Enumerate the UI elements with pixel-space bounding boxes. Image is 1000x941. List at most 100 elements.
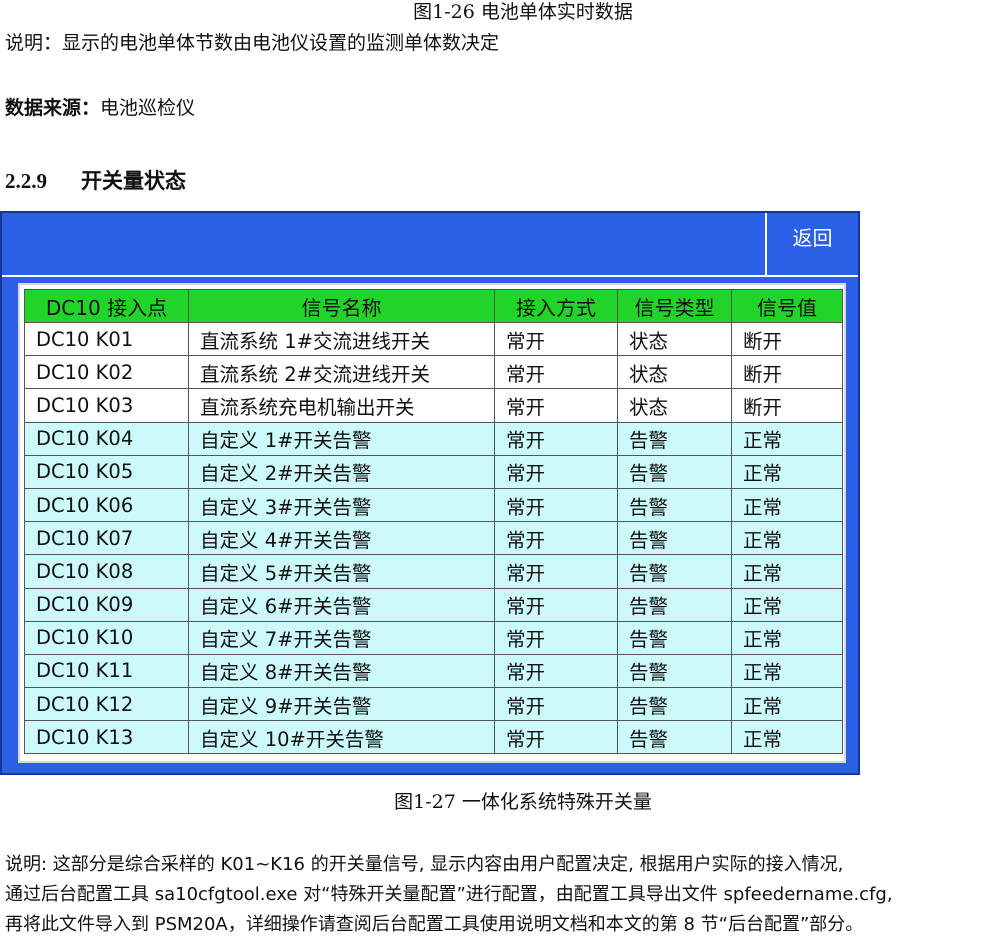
column-header-signal-name[interactable]: 信号名称 xyxy=(188,289,495,323)
cell-signal-value: 正常 xyxy=(731,454,843,489)
cell-signal-type: 告警 xyxy=(617,421,732,456)
table-body: DC10 K01 直流系统 1#交流进线开关 常开 状态 断开 DC10 K02 直流系统 … xyxy=(24,321,843,755)
cell-signal-value: 正常 xyxy=(731,687,843,722)
table-row[interactable]: DC10 K12 自定义 9#开关告警 常开 告警 正常 xyxy=(24,687,843,722)
table-row[interactable]: DC10 K11 自定义 8#开关告警 常开 告警 正常 xyxy=(24,653,843,689)
switch-status-panel: 返回 DC10 接入点 信号名称 接入方式 信号类型 信号值 DC10 K01 直… xyxy=(0,211,860,775)
table-row[interactable]: DC10 K03 直流系统充电机输出开关 常开 状态 断开 xyxy=(24,388,843,423)
switch-table: DC10 接入点 信号名称 接入方式 信号类型 信号值 DC10 K01 直流系统… xyxy=(24,289,843,755)
section-heading: 2.2.9 开关量状态 xyxy=(5,167,186,195)
column-header-signal-value[interactable]: 信号值 xyxy=(731,289,843,323)
cell-signal-value: 断开 xyxy=(731,388,843,423)
section-number: 2.2.9 xyxy=(5,169,47,193)
cell-access-point: DC10 K13 xyxy=(24,720,189,755)
cell-access-point: DC10 K04 xyxy=(24,421,189,456)
cell-access-mode: 常开 xyxy=(494,720,618,755)
cell-signal-name: 直流系统 2#交流进线开关 xyxy=(188,355,495,390)
cell-signal-value: 断开 xyxy=(731,355,843,390)
table-row[interactable]: DC10 K05 自定义 2#开关告警 常开 告警 正常 xyxy=(24,454,843,489)
cell-access-point: DC10 K12 xyxy=(24,687,189,722)
cell-access-point: DC10 K08 xyxy=(24,554,189,589)
cell-access-mode: 常开 xyxy=(494,355,618,390)
section-title: 开关量状态 xyxy=(81,169,186,193)
cell-signal-name: 自定义 5#开关告警 xyxy=(188,554,495,589)
cell-access-mode: 常开 xyxy=(494,421,618,456)
cell-access-mode: 常开 xyxy=(494,687,618,722)
cell-signal-value: 正常 xyxy=(731,421,843,456)
table-row[interactable]: DC10 K08 自定义 5#开关告警 常开 告警 正常 xyxy=(24,554,843,589)
cell-signal-value: 正常 xyxy=(731,653,843,689)
cell-signal-name: 自定义 2#开关告警 xyxy=(188,454,495,489)
cell-access-point: DC10 K02 xyxy=(24,355,189,390)
cell-access-mode: 常开 xyxy=(494,321,618,357)
cell-signal-value: 正常 xyxy=(731,587,843,622)
table-header-row: DC10 接入点 信号名称 接入方式 信号类型 信号值 xyxy=(24,289,843,323)
cell-access-mode: 常开 xyxy=(494,653,618,689)
cell-signal-type: 状态 xyxy=(617,355,732,390)
note-top: 说明：显示的电池单体节数由电池仪设置的监测单体数决定 xyxy=(5,32,500,54)
cell-signal-name: 直流系统充电机输出开关 xyxy=(188,388,495,423)
cell-signal-value: 正常 xyxy=(731,554,843,589)
cell-signal-name: 自定义 9#开关告警 xyxy=(188,687,495,722)
cell-access-mode: 常开 xyxy=(494,388,618,423)
cell-access-mode: 常开 xyxy=(494,620,618,655)
back-button[interactable]: 返回 xyxy=(765,213,858,277)
cell-access-mode: 常开 xyxy=(494,587,618,622)
cell-signal-type: 告警 xyxy=(617,687,732,722)
table-row[interactable]: DC10 K10 自定义 7#开关告警 常开 告警 正常 xyxy=(24,620,843,655)
table-row[interactable]: DC10 K07 自定义 4#开关告警 常开 告警 正常 xyxy=(24,521,843,556)
panel-header: 返回 xyxy=(2,213,858,277)
cell-signal-name: 自定义 3#开关告警 xyxy=(188,487,495,523)
cell-signal-value: 正常 xyxy=(731,521,843,556)
cell-signal-name: 直流系统 1#交流进线开关 xyxy=(188,321,495,357)
cell-signal-type: 告警 xyxy=(617,653,732,689)
note-line-3: 再将此文件导入到 PSM20A，详细操作请查阅后台配置工具使用说明文档和本文的第… xyxy=(5,914,864,935)
cell-signal-value: 正常 xyxy=(731,720,843,755)
table-row[interactable]: DC10 K04 自定义 1#开关告警 常开 告警 正常 xyxy=(24,421,843,456)
cell-signal-type: 告警 xyxy=(617,587,732,622)
note-bottom: 说明: 这部分是综合采样的 K01~K16 的开关量信号, 显示内容由用户配置决… xyxy=(5,850,1000,940)
cell-signal-name: 自定义 1#开关告警 xyxy=(188,421,495,456)
data-source: 数据来源：电池巡检仪 xyxy=(5,95,195,121)
cell-access-mode: 常开 xyxy=(494,454,618,489)
cell-signal-type: 告警 xyxy=(617,720,732,755)
note-line-1: 说明: 这部分是综合采样的 K01~K16 的开关量信号, 显示内容由用户配置决… xyxy=(5,854,844,875)
cell-signal-type: 告警 xyxy=(617,487,732,523)
cell-signal-type: 状态 xyxy=(617,321,732,357)
figure-caption-top: 图1-26 电池单体实时数据 xyxy=(413,1,633,23)
data-source-label: 数据来源： xyxy=(5,97,101,119)
cell-access-point: DC10 K01 xyxy=(24,321,189,357)
table-row[interactable]: DC10 K06 自定义 3#开关告警 常开 告警 正常 xyxy=(24,487,843,523)
cell-signal-name: 自定义 4#开关告警 xyxy=(188,521,495,556)
column-header-access-mode[interactable]: 接入方式 xyxy=(494,289,618,323)
cell-signal-name: 自定义 6#开关告警 xyxy=(188,587,495,622)
cell-signal-type: 状态 xyxy=(617,388,732,423)
figure-caption-bottom: 图1-27 一体化系统特殊开关量 xyxy=(394,791,652,813)
note-line-2: 通过后台配置工具 sa10cfgtool.exe 对“特殊开关量配置”进行配置，… xyxy=(5,884,893,905)
cell-signal-value: 正常 xyxy=(731,487,843,523)
cell-access-mode: 常开 xyxy=(494,521,618,556)
cell-signal-value: 正常 xyxy=(731,620,843,655)
cell-signal-type: 告警 xyxy=(617,620,732,655)
cell-access-point: DC10 K05 xyxy=(24,454,189,489)
table-row[interactable]: DC10 K01 直流系统 1#交流进线开关 常开 状态 断开 xyxy=(24,321,843,357)
cell-access-point: DC10 K07 xyxy=(24,521,189,556)
column-header-access-point[interactable]: DC10 接入点 xyxy=(24,289,189,323)
cell-access-point: DC10 K06 xyxy=(24,487,189,523)
table-frame: DC10 接入点 信号名称 接入方式 信号类型 信号值 DC10 K01 直流系统… xyxy=(18,283,846,763)
cell-access-mode: 常开 xyxy=(494,487,618,523)
cell-access-point: DC10 K09 xyxy=(24,587,189,622)
data-source-value: 电池巡检仪 xyxy=(100,97,196,119)
cell-signal-type: 告警 xyxy=(617,454,732,489)
cell-signal-name: 自定义 8#开关告警 xyxy=(188,653,495,689)
table-row[interactable]: DC10 K13 自定义 10#开关告警 常开 告警 正常 xyxy=(24,720,843,755)
cell-signal-name: 自定义 10#开关告警 xyxy=(188,720,495,755)
table-row[interactable]: DC10 K02 直流系统 2#交流进线开关 常开 状态 断开 xyxy=(24,355,843,390)
cell-access-point: DC10 K11 xyxy=(24,653,189,689)
cell-signal-value: 断开 xyxy=(731,321,843,357)
table-row[interactable]: DC10 K09 自定义 6#开关告警 常开 告警 正常 xyxy=(24,587,843,622)
cell-signal-name: 自定义 7#开关告警 xyxy=(188,620,495,655)
cell-access-point: DC10 K10 xyxy=(24,620,189,655)
cell-signal-type: 告警 xyxy=(617,521,732,556)
column-header-signal-type[interactable]: 信号类型 xyxy=(617,289,732,323)
